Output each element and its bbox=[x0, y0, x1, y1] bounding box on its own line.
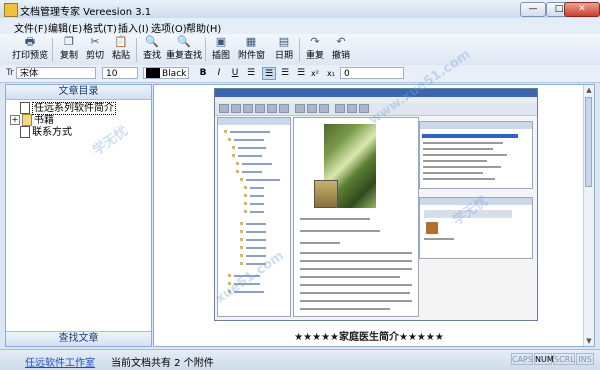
align-left-icon: ☰ bbox=[264, 69, 274, 79]
insert-picture-icon: ▣ bbox=[215, 35, 227, 48]
format-bar: Tr 宋体 10 Black B I U ☰ ☰ ☰ ☰ x² x₁ 0 bbox=[0, 65, 600, 83]
print-preview-button[interactable]: 🖶 打印预览 bbox=[12, 36, 48, 64]
date-icon: ▤ bbox=[278, 35, 290, 48]
find-icon: 🔍 bbox=[145, 35, 159, 48]
print-preview-icon: 🖶 bbox=[24, 35, 36, 48]
attachment-window-icon: ▦ bbox=[245, 35, 257, 48]
font-family-select[interactable]: 宋体 bbox=[16, 67, 96, 79]
search-article-button[interactable]: 查找文章 bbox=[6, 331, 151, 346]
cut-icon: ✂ bbox=[90, 35, 100, 48]
toolbar-separator bbox=[136, 38, 137, 62]
redo-icon: ↷ bbox=[310, 35, 320, 48]
redo-button[interactable]: ↷ 重复 bbox=[303, 36, 327, 64]
caps-indicator: CAPS bbox=[511, 353, 533, 365]
subscript-button[interactable]: x₁ bbox=[324, 67, 338, 80]
undo-button[interactable]: ↶ 撤销 bbox=[329, 36, 353, 64]
studio-link[interactable]: 任远软件工作室 bbox=[25, 354, 95, 369]
minimize-button[interactable]: — bbox=[520, 2, 546, 17]
editor-vertical-scrollbar[interactable]: ▲ ▼ bbox=[583, 85, 594, 346]
document-icon bbox=[20, 126, 30, 138]
align-center-button[interactable]: ☰ bbox=[278, 67, 292, 80]
font-color-select[interactable]: Black bbox=[143, 67, 189, 79]
toolbar-separator bbox=[52, 38, 53, 62]
align-center-icon: ☰ bbox=[280, 68, 290, 78]
bold-button[interactable]: B bbox=[196, 67, 210, 80]
italic-button[interactable]: I bbox=[212, 67, 226, 80]
scroll-up-icon[interactable]: ▲ bbox=[584, 85, 594, 95]
window-title: 文档管理专家 Vereesion 3.1 bbox=[20, 7, 152, 18]
scrl-indicator: SCRL bbox=[553, 353, 575, 365]
insert-picture-button[interactable]: ▣ 插图 bbox=[209, 36, 233, 64]
document-caption: ★★★★★家庭医生简介★★★★★ bbox=[294, 332, 444, 343]
find-again-button[interactable]: 🔍 重复查找 bbox=[166, 36, 202, 64]
undo-icon: ↶ bbox=[336, 35, 346, 48]
date-button[interactable]: ▤ 日期 bbox=[272, 36, 296, 64]
paste-icon: 📋 bbox=[114, 35, 128, 48]
tree-item-contact[interactable]: 联系方式 bbox=[10, 123, 72, 138]
attachment-window-button[interactable]: ▦ 附件窗 bbox=[238, 35, 265, 64]
align-right-button[interactable]: ☰ bbox=[294, 67, 308, 80]
article-tree-pane: 文章目录 任远系列软件简介 + 书籍 联系方式 查找文章 bbox=[5, 84, 152, 347]
toolbar-separator bbox=[205, 38, 206, 62]
menu-edit[interactable]: 编辑(E) bbox=[48, 20, 82, 35]
ins-indicator: INS bbox=[576, 353, 594, 365]
menu-options[interactable]: 选项(O) bbox=[151, 20, 187, 35]
close-button[interactable]: ✕ bbox=[564, 2, 600, 17]
cut-button[interactable]: ✂ 剪切 bbox=[83, 36, 107, 64]
scroll-down-icon[interactable]: ▼ bbox=[584, 336, 594, 346]
copy-button[interactable]: ❐ 复制 bbox=[57, 36, 81, 64]
menu-format[interactable]: 格式(T) bbox=[83, 20, 117, 35]
find-again-icon: 🔍 bbox=[177, 35, 191, 48]
paste-button[interactable]: 📋 粘贴 bbox=[109, 36, 133, 64]
truetype-font-icon: Tr bbox=[6, 68, 14, 78]
align-left-button[interactable]: ☰ bbox=[262, 67, 276, 80]
find-button[interactable]: 🔍 查找 bbox=[140, 36, 164, 64]
article-tree-header: 文章目录 bbox=[6, 85, 151, 100]
attachment-count-text: 当前文档共有 2 个附件 bbox=[111, 358, 214, 369]
menu-help[interactable]: 帮助(H) bbox=[186, 20, 221, 35]
toolbar: 🖶 打印预览 ❐ 复制 ✂ 剪切 📋 粘贴 🔍 查找 🔍 重复查找 ▣ 插图 ▦… bbox=[0, 34, 600, 66]
underline-button[interactable]: U bbox=[228, 67, 242, 80]
superscript-button[interactable]: x² bbox=[308, 67, 322, 80]
indent-select[interactable]: 0 bbox=[340, 67, 404, 79]
app-icon bbox=[4, 3, 18, 17]
menu-insert[interactable]: 插入(I) bbox=[118, 20, 149, 35]
toolbar-separator bbox=[299, 38, 300, 62]
font-size-select[interactable]: 10 bbox=[102, 67, 138, 79]
color-swatch bbox=[146, 68, 160, 78]
align-right-icon: ☰ bbox=[296, 68, 306, 78]
scrollbar-thumb[interactable] bbox=[585, 97, 592, 187]
status-bar: 任远软件工作室 当前文档共有 2 个附件 CAPS NUM SCRL INS bbox=[0, 349, 600, 370]
title-bar: 文档管理专家 Vereesion 3.1 — □ ✕ bbox=[0, 0, 600, 19]
menu-file[interactable]: 文件(F) bbox=[14, 20, 48, 35]
copy-icon: ❐ bbox=[64, 35, 74, 48]
num-indicator: NUM bbox=[534, 353, 554, 365]
strikethrough-button[interactable]: ☰ bbox=[244, 67, 258, 80]
menu-bar: 文件(F) 编辑(E) 格式(T) 插入(I) 选项(O) 帮助(H) bbox=[0, 18, 600, 35]
